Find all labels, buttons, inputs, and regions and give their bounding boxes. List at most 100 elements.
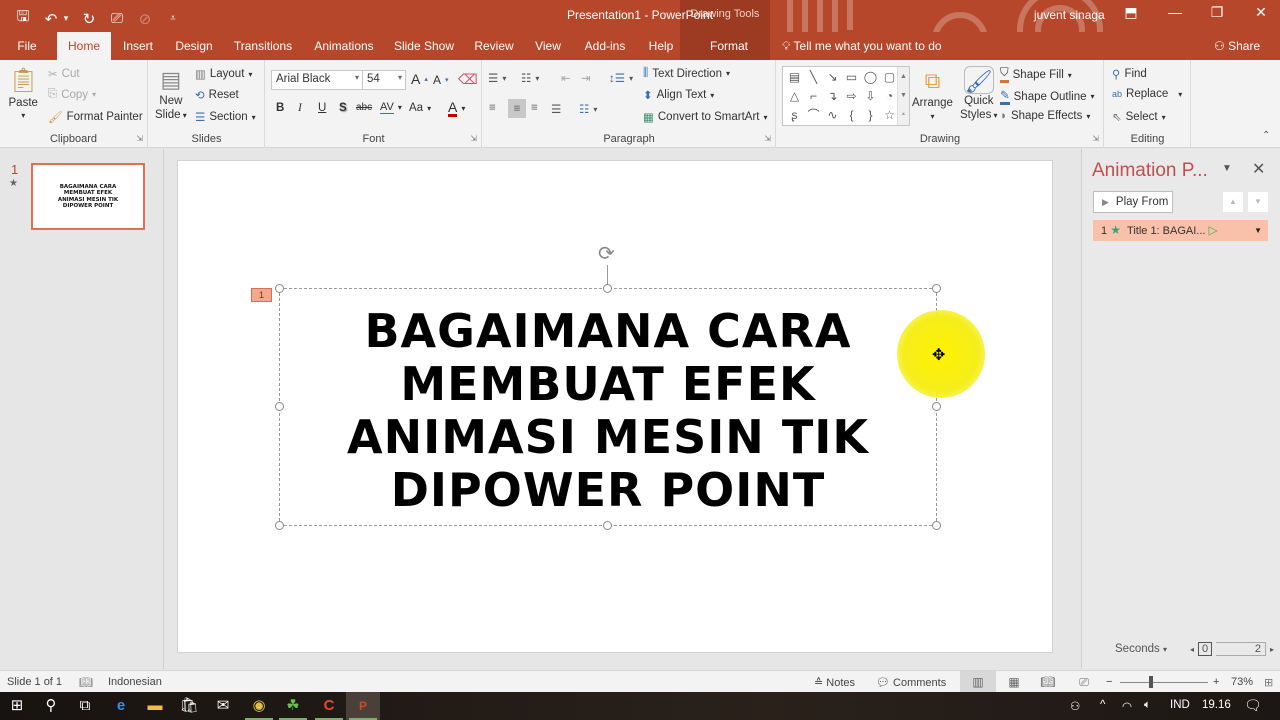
tab-add-ins[interactable]: Add-ins <box>580 32 630 60</box>
powerpoint-taskbar-icon[interactable]: P <box>346 692 380 720</box>
camtasia-icon[interactable]: C <box>312 692 346 720</box>
align-left-button[interactable]: ≡ <box>489 102 496 114</box>
cut-button[interactable]: ✂ Cut <box>48 67 80 81</box>
resize-handle[interactable] <box>932 402 941 411</box>
shape-gallery-item[interactable]: } <box>861 106 880 125</box>
input-language[interactable]: IND <box>1170 699 1190 711</box>
shape-outline-button[interactable]: ✎ Shape Outline ▾ <box>1000 88 1095 105</box>
quick-styles-button[interactable]: 🖌︎ Quick Styles ▾ <box>960 66 998 123</box>
text-direction-button[interactable]: ⫼ Text Direction ▾ <box>643 67 730 80</box>
decrease-indent-button[interactable]: ⇤ <box>561 71 571 85</box>
increase-indent-button[interactable]: ⇥ <box>581 71 591 85</box>
resize-handle[interactable] <box>932 284 941 293</box>
windows-start-icon[interactable]: ⊞ <box>0 692 34 720</box>
slideshow-view-icon[interactable]: ⎚ <box>1066 671 1102 693</box>
reading-view-icon[interactable]: 📖︎ <box>1030 671 1066 693</box>
resize-handle[interactable] <box>275 402 284 411</box>
normal-view-icon[interactable]: ▥ <box>960 671 996 693</box>
line-spacing-button[interactable]: ↕☰ ▾ <box>609 71 633 85</box>
font-color-button[interactable]: A ▾ <box>448 100 465 117</box>
tab-animations[interactable]: Animations <box>310 32 378 60</box>
paragraph-launcher-icon[interactable]: ⇲ <box>764 134 771 143</box>
spellcheck-icon[interactable]: 📖︎ <box>79 676 93 689</box>
clipboard-launcher-icon[interactable]: ⇲ <box>136 134 143 143</box>
seconds-dropdown[interactable]: Seconds ▾ <box>1115 643 1167 655</box>
scroll-down-icon[interactable]: ▼ <box>900 92 907 99</box>
drawing-launcher-icon[interactable]: ⇲ <box>1092 134 1099 143</box>
shape-gallery-item[interactable]: ∿ <box>823 106 842 125</box>
font-launcher-icon[interactable]: ⇲ <box>470 134 477 143</box>
bold-button[interactable]: B <box>276 102 284 114</box>
shape-gallery-item[interactable]: ⇩ <box>861 87 880 106</box>
resize-handle[interactable] <box>603 284 612 293</box>
clock[interactable]: 19.16 <box>1202 699 1231 711</box>
tab-insert[interactable]: Insert <box>118 32 158 60</box>
language-indicator[interactable]: Indonesian <box>108 676 162 688</box>
move-down-icon[interactable]: ▼ <box>1248 192 1268 212</box>
align-right-button[interactable]: ≡ <box>531 102 538 114</box>
tab-design[interactable]: Design <box>170 32 218 60</box>
select-button[interactable]: ⇖ Select ▾ <box>1112 110 1166 124</box>
animation-order-tag[interactable]: 1 <box>251 288 272 302</box>
tab-file[interactable]: File <box>10 32 44 60</box>
shape-gallery-item[interactable]: ↴ <box>823 87 842 106</box>
find-button[interactable]: ⚲ Find <box>1112 67 1147 81</box>
shape-gallery-item[interactable]: ▭ <box>842 68 861 87</box>
share-button[interactable]: ⚇ Share <box>1214 39 1260 53</box>
zoom-slider[interactable] <box>1120 682 1208 683</box>
resize-handle[interactable] <box>275 284 284 293</box>
resize-handle[interactable] <box>932 521 941 530</box>
shape-gallery-item[interactable]: ▤ <box>785 68 804 87</box>
clear-formatting-button[interactable]: ⌫ <box>458 71 478 88</box>
tab-slide-show[interactable]: Slide Show <box>392 32 456 60</box>
columns-button[interactable]: ☷ ▾ <box>579 102 597 116</box>
tab-format[interactable]: Format <box>700 32 758 60</box>
fit-to-window-icon[interactable]: ⊞ <box>1264 676 1273 689</box>
clover-app-icon[interactable]: ☘ <box>276 692 310 720</box>
chrome-icon[interactable]: ◉ <box>242 692 276 720</box>
shape-gallery-item[interactable]: ╲ <box>804 68 823 87</box>
strikethrough-button[interactable]: abc <box>356 102 372 113</box>
font-size-combobox[interactable]: 54 ▾ <box>362 70 406 90</box>
search-icon[interactable]: ⚲ <box>34 692 68 720</box>
scroll-right-icon[interactable]: ▸ <box>1270 645 1274 654</box>
scroll-left-icon[interactable]: ◂ <box>1190 645 1194 654</box>
change-case-button[interactable]: Aa ▾ <box>409 102 431 114</box>
restore-icon[interactable]: ❐ <box>1202 4 1232 21</box>
reset-button[interactable]: ⟲ Reset <box>195 88 239 102</box>
tab-review[interactable]: Review <box>470 32 518 60</box>
move-up-icon[interactable]: ▲ <box>1223 192 1243 212</box>
tab-home[interactable]: Home <box>57 32 111 60</box>
zoom-out-icon[interactable]: − <box>1106 676 1112 688</box>
shape-gallery-item[interactable]: ↘ <box>823 68 842 87</box>
underline-button[interactable]: U <box>318 102 326 114</box>
play-from-button[interactable]: ▶ Play From <box>1093 191 1173 213</box>
replace-button[interactable]: ab Replace ▾ <box>1112 88 1182 100</box>
shape-effects-button[interactable]: ◗ Shape Effects ▾ <box>1000 110 1090 122</box>
grow-font-button[interactable]: A ▴ <box>411 71 428 87</box>
zoom-in-icon[interactable]: + <box>1213 676 1219 688</box>
close-pane-icon[interactable]: ✕ <box>1252 159 1265 179</box>
shrink-font-button[interactable]: A ▾ <box>433 73 449 87</box>
font-name-combobox[interactable]: Arial Black ▾ <box>271 70 363 90</box>
pane-options-icon[interactable]: ▼ <box>1222 163 1232 174</box>
resize-handle[interactable] <box>275 521 284 530</box>
layout-button[interactable]: ▥ Layout ▾ <box>195 67 252 81</box>
bullets-button[interactable]: ☰ ▾ <box>488 71 506 85</box>
paste-button[interactable]: 📋︎ Paste ▾ <box>8 66 38 120</box>
shape-gallery-item[interactable]: ◯ <box>861 68 880 87</box>
resize-handle[interactable] <box>603 521 612 530</box>
align-text-button[interactable]: ⬍ Align Text ▾ <box>643 88 714 102</box>
shape-gallery-item[interactable]: ⌐ <box>804 87 823 106</box>
numbering-button[interactable]: ☷ ▾ <box>521 71 539 85</box>
file-explorer-icon[interactable]: ▬ <box>138 692 172 720</box>
new-slide-button[interactable]: ▤ New Slide ▾ <box>155 66 187 123</box>
italic-button[interactable]: I <box>298 102 302 114</box>
ribbon-display-options-icon[interactable]: ⬒ <box>1116 4 1146 21</box>
task-view-icon[interactable]: ⧉ <box>68 692 102 720</box>
justify-button[interactable]: ☰ <box>551 102 561 116</box>
shape-gallery-item[interactable]: ⌒ <box>804 106 823 125</box>
gallery-scroll[interactable]: ▲ ▼ ⩡ <box>897 67 909 125</box>
action-center-icon[interactable]: 🗨︎ <box>1244 697 1262 714</box>
slide-sorter-icon[interactable]: ▦ <box>996 671 1032 693</box>
